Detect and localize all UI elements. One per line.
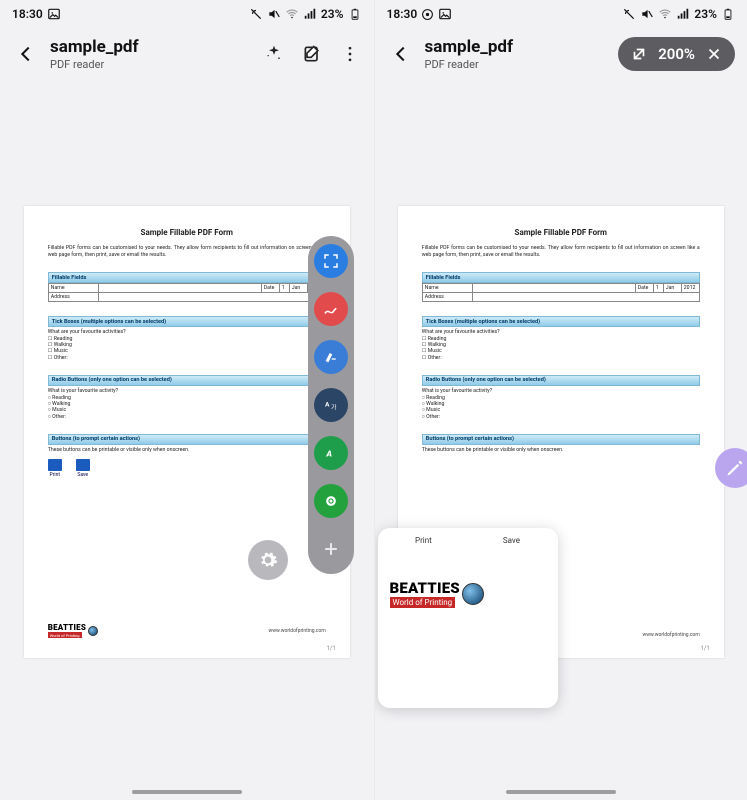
wifi-icon <box>658 7 672 21</box>
pdf-title: Sample Fillable PDF Form <box>422 228 700 237</box>
clock: 18:30 <box>12 7 43 21</box>
footer-url: www.worldofprinting.com <box>642 632 699 638</box>
ai-sparkle-icon[interactable] <box>262 42 286 66</box>
tool-highlight[interactable] <box>314 340 348 374</box>
svg-text:A: A <box>325 449 332 459</box>
status-bar: 18:30 23% <box>0 0 374 28</box>
fillable-table: Name Date 1 Jan 2012 Address <box>422 283 700 302</box>
tick-options: ReadingWalking MusicOther: <box>48 336 326 361</box>
signal-icon <box>676 7 690 21</box>
back-button[interactable] <box>12 40 40 68</box>
footer-url: www.worldofprinting.com <box>268 628 325 634</box>
band-radio: Radio Buttons (only one option can be se… <box>48 375 326 386</box>
tool-palette[interactable]: A가 A <box>308 236 354 574</box>
edit-note-icon[interactable] <box>300 42 324 66</box>
picture-icon <box>438 7 452 21</box>
zoom-level: 200% <box>658 45 695 63</box>
pdf-print-button[interactable]: Print <box>48 459 62 478</box>
zp-save: Save <box>503 536 520 545</box>
tick-options: ReadingWalking MusicOther: <box>422 336 700 361</box>
band-fillable: Fillable Fields <box>48 272 326 283</box>
radio-options: ReadingWalking MusicOther: <box>48 395 326 420</box>
svg-text:가: 가 <box>331 404 337 412</box>
app-subtitle: PDF reader <box>425 58 609 71</box>
tool-add[interactable] <box>314 532 348 566</box>
brand-logo-zoomed: BEATTIES World of Printing <box>390 579 556 608</box>
pdf-intro: Fillable PDF forms can be customised to … <box>422 245 700 258</box>
page-number: 1/1 <box>701 645 710 652</box>
buttons-note: These buttons can be printable or visibl… <box>422 447 700 453</box>
radio-question: What is your favourite activity? <box>422 388 700 394</box>
mute-icon <box>640 7 654 21</box>
pdf-save-button[interactable]: Save <box>76 459 90 478</box>
more-menu-icon[interactable] <box>338 42 362 66</box>
battery-percent: 23% <box>694 7 717 21</box>
zoom-overlay: 200% <box>618 37 735 71</box>
phone-left: 18:30 23% sample_pdf PDF reader <box>0 0 374 800</box>
page-number: 1/1 <box>327 645 336 652</box>
battery-icon <box>721 7 735 21</box>
status-app-icon <box>421 8 434 21</box>
phone-right: 18:30 23% sample_pdf PDF reader 200% <box>374 0 747 800</box>
nfc-off-icon <box>249 7 263 21</box>
file-title: sample_pdf <box>425 37 609 57</box>
status-bar: 18:30 23% <box>375 0 747 28</box>
zp-print: Print <box>415 536 432 545</box>
pen-fab[interactable] <box>715 448 747 488</box>
tool-text-extract[interactable]: A <box>314 436 348 470</box>
tool-smart-select[interactable] <box>314 484 348 518</box>
svg-text:A: A <box>325 400 330 408</box>
globe-icon <box>88 626 98 636</box>
globe-icon <box>462 583 484 605</box>
magnifier-preview[interactable]: Print Save BEATTIES World of Printing <box>378 528 558 708</box>
buttons-note: These buttons can be printable or visibl… <box>48 447 326 453</box>
signal-icon <box>303 7 317 21</box>
close-icon[interactable] <box>705 45 723 63</box>
pdf-intro: Fillable PDF forms can be customised to … <box>48 245 326 258</box>
band-tick: Tick Boxes (multiple options can be sele… <box>422 316 700 327</box>
wifi-icon <box>285 7 299 21</box>
tool-draw[interactable] <box>314 292 348 326</box>
mute-icon <box>267 7 281 21</box>
app-header: sample_pdf PDF reader 200% <box>375 28 747 86</box>
pdf-title: Sample Fillable PDF Form <box>48 228 326 237</box>
radio-options: ReadingWalking MusicOther: <box>422 395 700 420</box>
tool-fullscreen[interactable] <box>314 244 348 278</box>
tick-question: What are your favourite activities? <box>422 329 700 335</box>
picture-icon <box>47 7 61 21</box>
band-radio: Radio Buttons (only one option can be se… <box>422 375 700 386</box>
pdf-page: Sample Fillable PDF Form Fillable PDF fo… <box>24 206 350 658</box>
back-button[interactable] <box>387 40 415 68</box>
file-title: sample_pdf <box>50 37 252 57</box>
expand-icon[interactable] <box>630 45 648 63</box>
battery-percent: 23% <box>321 7 344 21</box>
band-tick: Tick Boxes (multiple options can be sele… <box>48 316 326 327</box>
brand-logo: BEATTIES World of Printing <box>48 623 98 638</box>
clock: 18:30 <box>387 7 418 21</box>
app-header: sample_pdf PDF reader <box>0 28 374 86</box>
band-fillable: Fillable Fields <box>422 272 700 283</box>
settings-fab[interactable] <box>248 540 288 580</box>
nfc-off-icon <box>622 7 636 21</box>
tool-translate[interactable]: A가 <box>314 388 348 422</box>
band-buttons: Buttons (to prompt certain actions) <box>48 434 326 445</box>
fillable-table: Name Date 1 Jan 2012 Address <box>48 283 326 302</box>
nav-handle[interactable] <box>506 790 616 794</box>
radio-question: What is your favourite activity? <box>48 388 326 394</box>
tick-question: What are your favourite activities? <box>48 329 326 335</box>
nav-handle[interactable] <box>132 790 242 794</box>
battery-icon <box>348 7 362 21</box>
band-buttons: Buttons (to prompt certain actions) <box>422 434 700 445</box>
app-subtitle: PDF reader <box>50 58 252 71</box>
